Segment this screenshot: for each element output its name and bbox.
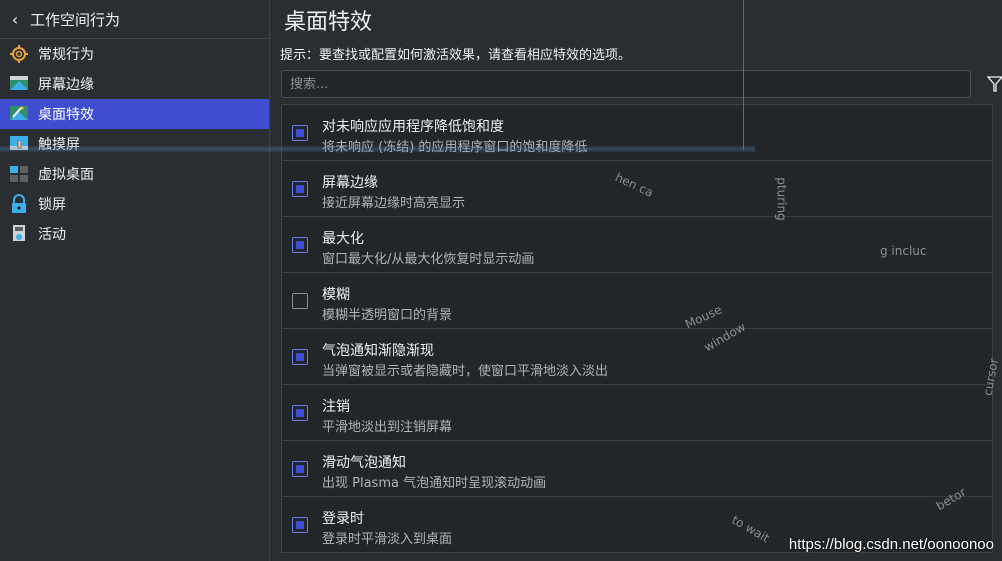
effect-description: 登录时平滑淡入到桌面 xyxy=(322,532,453,547)
effect-description: 将未响应 (冻结) 的应用程序窗口的饱和度降低 xyxy=(322,140,588,155)
main-panel: 桌面特效 提示：要查找或配置如何激活效果，请查看相应特效的选项。 对未响应应用程… xyxy=(270,0,1002,561)
effect-description: 当弹窗被显示或者隐藏时，使窗口平滑地淡入淡出 xyxy=(322,364,609,379)
list-item[interactable]: 最大化 窗口最大化/从最大化恢复时显示动画 xyxy=(282,217,992,273)
effect-description: 模糊半透明窗口的背景 xyxy=(322,308,453,323)
virtual-desktops-icon xyxy=(8,163,30,185)
sidebar-item-screen-edges[interactable]: 屏幕边缘 xyxy=(0,69,269,99)
sidebar-item-label: 触摸屏 xyxy=(38,137,80,153)
search-input[interactable] xyxy=(281,70,971,98)
sidebar-item-label: 屏幕边缘 xyxy=(38,77,94,93)
effect-checkbox[interactable] xyxy=(292,349,308,365)
sidebar-item-label: 活动 xyxy=(38,227,66,243)
sidebar-item-general[interactable]: 常规行为 xyxy=(0,39,269,69)
desktop-effects-icon xyxy=(8,103,30,125)
effect-name: 屏幕边缘 xyxy=(322,175,378,191)
chevron-left-icon: ‹ xyxy=(11,9,19,29)
effect-name: 登录时 xyxy=(322,511,364,527)
effect-name: 气泡通知渐隐渐现 xyxy=(322,343,434,359)
list-item[interactable]: 注销 平滑地淡出到注销屏幕 xyxy=(282,385,992,441)
lock-icon xyxy=(8,193,30,215)
gear-icon xyxy=(8,43,30,65)
list-item[interactable]: 滑动气泡通知 出现 Plasma 气泡通知时呈现滚动动画 xyxy=(282,441,992,497)
list-item[interactable]: 模糊 模糊半透明窗口的背景 xyxy=(282,273,992,329)
hint-text: 提示：要查找或配置如何激活效果，请查看相应特效的选项。 xyxy=(280,48,632,63)
sidebar-item-virtual-desktops[interactable]: 虚拟桌面 xyxy=(0,159,269,189)
effect-name: 对未响应应用程序降低饱和度 xyxy=(322,119,504,135)
effect-name: 注销 xyxy=(322,399,350,415)
back-label: 工作空间行为 xyxy=(30,10,121,29)
touchscreen-icon xyxy=(8,133,30,155)
effect-checkbox[interactable] xyxy=(292,125,308,141)
filter-icon[interactable] xyxy=(986,75,1002,93)
effect-description: 窗口最大化/从最大化恢复时显示动画 xyxy=(322,252,535,267)
list-item[interactable]: 屏幕边缘 接近屏幕边缘时高亮显示 xyxy=(282,161,992,217)
effect-description: 平滑地淡出到注销屏幕 xyxy=(322,420,453,435)
effect-description: 接近屏幕边缘时高亮显示 xyxy=(322,196,466,211)
sidebar-item-desktop-effects[interactable]: 桌面特效 xyxy=(0,99,269,129)
sidebar-item-label: 桌面特效 xyxy=(38,107,94,123)
effect-name: 滑动气泡通知 xyxy=(322,455,406,471)
effect-checkbox[interactable] xyxy=(292,181,308,197)
sidebar: ‹ 工作空间行为 常规行为 屏幕边缘 桌面特效 触摸屏 虚拟桌面 锁屏 活动 xyxy=(0,0,270,561)
activities-icon xyxy=(8,223,30,245)
effect-checkbox[interactable] xyxy=(292,293,308,309)
sidebar-item-label: 常规行为 xyxy=(38,47,94,63)
sidebar-item-label: 虚拟桌面 xyxy=(38,167,94,183)
effect-name: 最大化 xyxy=(322,231,364,247)
effect-description: 出现 Plasma 气泡通知时呈现滚动动画 xyxy=(322,476,547,491)
effect-name: 模糊 xyxy=(322,287,350,303)
list-item[interactable]: 气泡通知渐隐渐现 当弹窗被显示或者隐藏时，使窗口平滑地淡入淡出 xyxy=(282,329,992,385)
effect-checkbox[interactable] xyxy=(292,517,308,533)
page-title: 桌面特效 xyxy=(284,10,373,35)
list-item[interactable]: 对未响应应用程序降低饱和度 将未响应 (冻结) 的应用程序窗口的饱和度降低 xyxy=(282,105,992,161)
sidebar-item-touchscreen[interactable]: 触摸屏 xyxy=(0,129,269,159)
back-button[interactable]: ‹ 工作空间行为 xyxy=(0,0,269,39)
watermark: https://blog.csdn.net/oonoonoo xyxy=(788,536,994,553)
effect-checkbox[interactable] xyxy=(292,237,308,253)
effects-list: 对未响应应用程序降低饱和度 将未响应 (冻结) 的应用程序窗口的饱和度降低 屏幕… xyxy=(281,104,993,553)
screen-edge-icon xyxy=(8,73,30,95)
sidebar-item-label: 锁屏 xyxy=(38,197,66,213)
sidebar-item-activities[interactable]: 活动 xyxy=(0,219,269,249)
effect-checkbox[interactable] xyxy=(292,461,308,477)
sidebar-item-lock-screen[interactable]: 锁屏 xyxy=(0,189,269,219)
effect-checkbox[interactable] xyxy=(292,405,308,421)
